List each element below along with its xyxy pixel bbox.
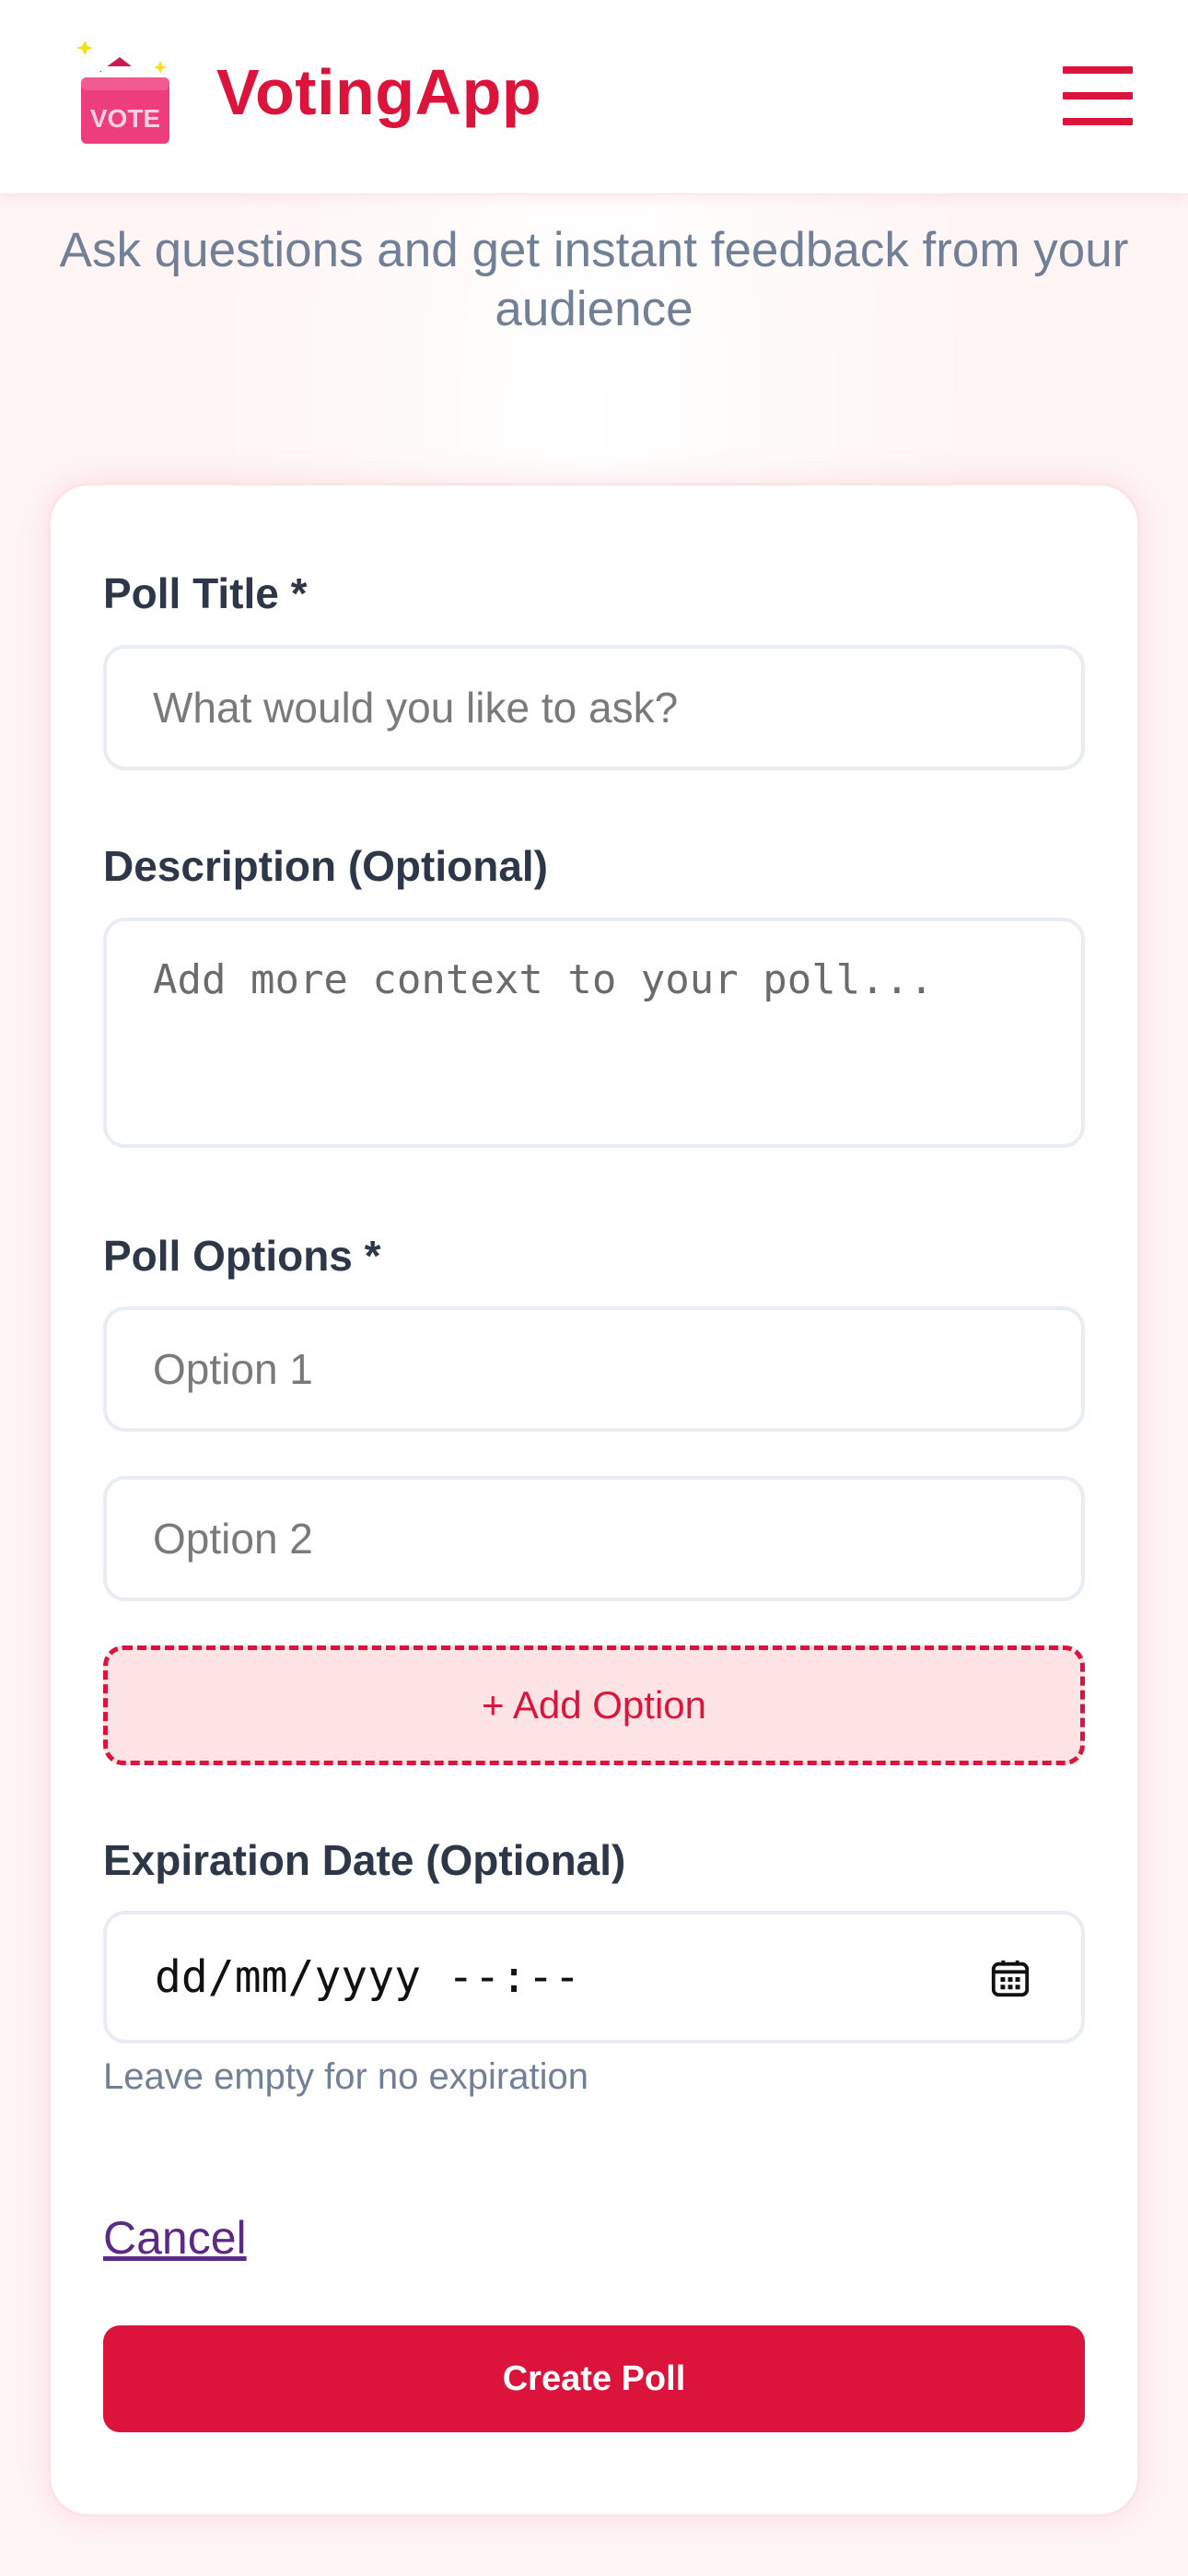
expiration-hint: Leave empty for no expiration (103, 2056, 588, 2097)
option-1-input[interactable] (103, 1306, 1085, 1432)
expiration-value: dd/mm/yyyy --:-- (155, 1951, 581, 2003)
poll-options-label: Poll Options * (103, 1232, 381, 1280)
menu-bar (1063, 118, 1133, 125)
logo-text: VOTE (90, 104, 160, 133)
poll-title-input[interactable] (103, 645, 1085, 770)
expiration-datetime-input[interactable]: dd/mm/yyyy --:-- (103, 1911, 1085, 2043)
menu-bar (1063, 66, 1133, 74)
hamburger-menu-icon[interactable] (1063, 66, 1133, 125)
vote-box-logo-icon: VOTE (76, 41, 169, 144)
create-poll-button[interactable]: Create Poll (103, 2325, 1085, 2432)
option-2-input[interactable] (103, 1476, 1085, 1601)
cancel-link[interactable]: Cancel (103, 2211, 247, 2265)
add-option-button[interactable]: + Add Option (103, 1645, 1085, 1765)
description-textarea[interactable] (103, 918, 1085, 1148)
hero-subtitle: Ask questions and get instant feedback f… (59, 223, 1129, 336)
description-label: Description (Optional) (103, 842, 548, 890)
poll-title-label: Poll Title * (103, 569, 308, 617)
menu-bar (1063, 92, 1133, 100)
app-header: VOTE VotingApp (0, 0, 1188, 194)
brand-title: VotingApp (216, 56, 542, 128)
expiration-label: Expiration Date (Optional) (103, 1836, 626, 1884)
calendar-icon[interactable] (989, 1957, 1031, 1999)
